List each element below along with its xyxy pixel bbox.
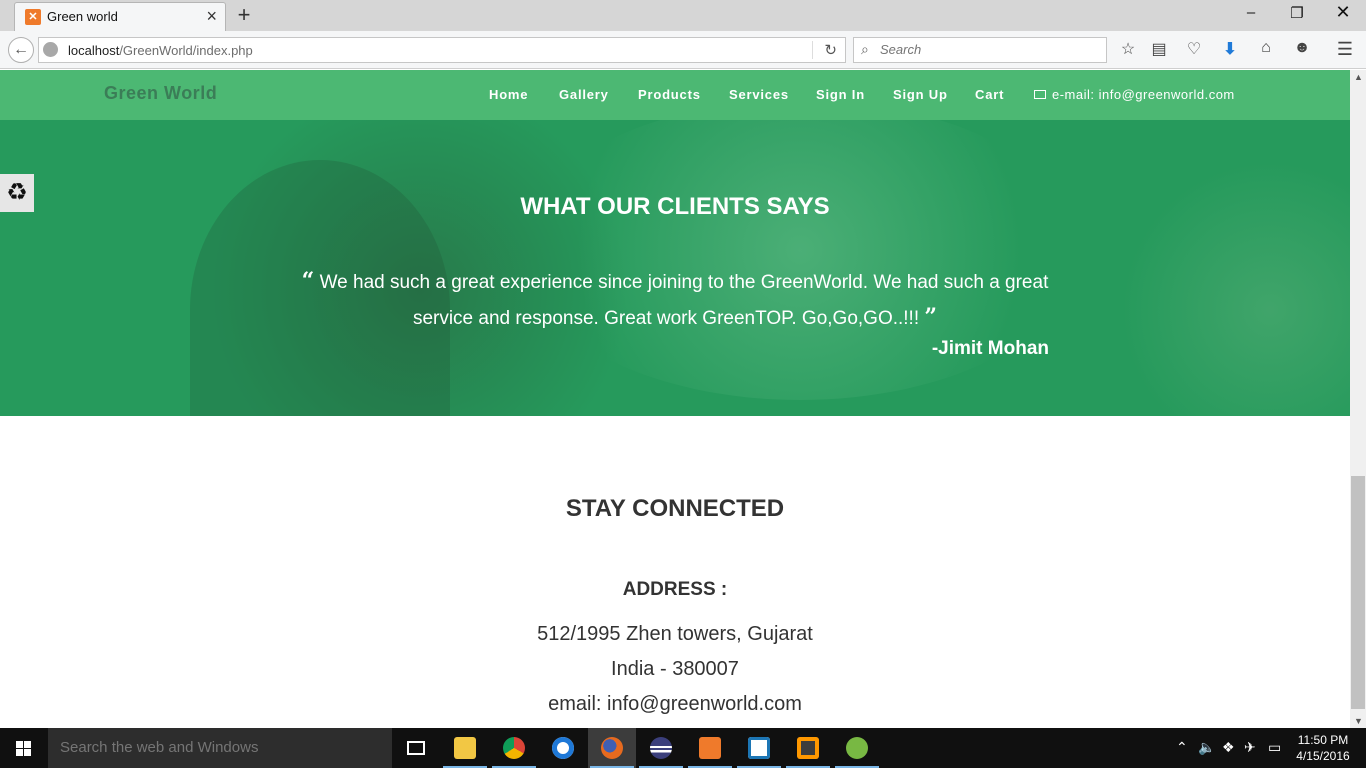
envelope-icon <box>1034 90 1046 99</box>
testimonial-quote: “ We had such a great experience since j… <box>300 264 1050 336</box>
task-view-button[interactable] <box>392 728 440 768</box>
eclipse-icon <box>650 737 672 759</box>
edge-button[interactable] <box>539 728 587 768</box>
url-separator <box>812 41 813 59</box>
close-tab-icon[interactable]: × <box>206 6 217 27</box>
nav-cart[interactable]: Cart <box>975 87 1004 102</box>
xampp-taskbar-icon <box>699 737 721 759</box>
new-tab-button[interactable]: + <box>233 2 255 28</box>
url-text[interactable]: localhost/GreenWorld/index.php <box>68 43 253 58</box>
nav-email-text: e-mail: info@greenworld.com <box>1052 87 1235 102</box>
airplane-mode-icon[interactable]: ✈ <box>1244 739 1256 756</box>
tab-title: Green world <box>47 9 118 24</box>
dropbox-icon[interactable]: ❖ <box>1222 739 1235 756</box>
firefox-button[interactable] <box>588 728 636 768</box>
xampp-button[interactable] <box>686 728 734 768</box>
close-window-icon[interactable]: ✕ <box>1328 2 1358 23</box>
globe-icon <box>43 42 58 57</box>
recycle-icon[interactable]: ♻ <box>0 174 34 212</box>
testimonial-author: -Jimit Mohan <box>931 338 1049 359</box>
file-explorer-button[interactable] <box>441 728 489 768</box>
back-button[interactable]: ← <box>8 37 34 63</box>
nav-home[interactable]: Home <box>489 87 528 102</box>
reload-icon[interactable]: ↻ <box>824 41 837 59</box>
nav-services[interactable]: Services <box>729 87 789 102</box>
url-host: localhost <box>68 43 120 58</box>
address-line-2: India - 380007 <box>611 658 739 680</box>
scrollbar-thumb[interactable] <box>1351 476 1365 709</box>
chrome-icon <box>503 737 525 759</box>
search-bar[interactable]: ⌕ <box>853 37 1107 63</box>
address-line-1: 512/1995 Zhen towers, Gujarat <box>537 623 813 645</box>
contact-email[interactable]: email: info@greenworld.com <box>0 693 1350 716</box>
browser-tab-strip: ✕ Green world × + – ❐ ✕ <box>0 0 1366 31</box>
taskbar-clock[interactable]: 11:50 PM 4/15/2016 <box>1290 732 1356 764</box>
pocket-icon[interactable]: ♡ <box>1182 39 1206 61</box>
action-center-icon[interactable]: ▭ <box>1268 739 1281 756</box>
eclipse-button[interactable] <box>637 728 685 768</box>
chrome-button[interactable] <box>490 728 538 768</box>
windows-logo-icon <box>16 741 32 756</box>
clock-date: 4/15/2016 <box>1296 749 1350 763</box>
testimonial-heading: WHAT OUR CLIENTS SAYS <box>520 193 830 220</box>
firefox-icon <box>601 737 623 759</box>
windows-taskbar: ⌃ 🔈 ❖ ✈ ▭ 11:50 PM 4/15/2016 <box>0 728 1366 768</box>
nav-sign-in[interactable]: Sign In <box>816 87 865 102</box>
home-icon[interactable]: ⌂ <box>1254 39 1278 61</box>
utorrent-button[interactable] <box>833 728 881 768</box>
folder-icon <box>454 737 476 759</box>
task-view-icon <box>407 741 425 755</box>
testimonial-quote-text: We had such a great experience since joi… <box>319 272 1049 329</box>
xampp-icon: ✕ <box>25 9 41 25</box>
start-button[interactable] <box>0 728 48 768</box>
browser-tab[interactable]: ✕ Green world × <box>14 2 226 31</box>
search-input[interactable] <box>880 42 1080 57</box>
nav-email-link[interactable]: e-mail: info@greenworld.com <box>1034 87 1235 102</box>
nav-products[interactable]: Products <box>638 87 701 102</box>
page-viewport: Green World Home Gallery Products Servic… <box>0 70 1350 728</box>
restore-icon[interactable]: ❐ <box>1282 4 1312 22</box>
reading-list-icon[interactable]: ▤ <box>1147 39 1171 61</box>
scroll-down-icon[interactable]: ▼ <box>1354 716 1363 726</box>
close-quote-icon: ” <box>924 304 938 330</box>
menu-icon[interactable]: ☰ <box>1333 39 1357 61</box>
taskbar-search[interactable] <box>48 728 392 768</box>
bookmark-star-icon[interactable]: ☆ <box>1116 39 1140 61</box>
volume-icon[interactable]: 🔈 <box>1198 739 1215 756</box>
netbeans-icon <box>748 737 770 759</box>
url-bar[interactable]: localhost/GreenWorld/index.php ↻ <box>38 37 846 63</box>
hello-chat-icon[interactable]: ☻ <box>1290 39 1314 61</box>
utorrent-icon <box>846 737 868 759</box>
scroll-up-icon[interactable]: ▲ <box>1354 72 1363 82</box>
nav-gallery[interactable]: Gallery <box>559 87 609 102</box>
page-scrollbar[interactable]: ▲ ▼ <box>1350 70 1366 728</box>
clock-time: 11:50 PM <box>1297 733 1349 747</box>
url-path: /GreenWorld/index.php <box>119 43 253 58</box>
taskbar-search-input[interactable] <box>60 739 380 756</box>
address-heading: ADDRESS : <box>622 579 728 600</box>
sublime-text-button[interactable] <box>784 728 832 768</box>
downloads-icon[interactable]: ⬇ <box>1218 39 1242 61</box>
netbeans-button[interactable] <box>735 728 783 768</box>
show-hidden-icons-icon[interactable]: ⌃ <box>1176 739 1188 756</box>
sublime-text-icon <box>797 737 819 759</box>
minimize-icon[interactable]: – <box>1236 4 1266 21</box>
stay-connected-heading: STAY CONNECTED <box>565 495 785 522</box>
nav-sign-up[interactable]: Sign Up <box>893 87 948 102</box>
open-quote-icon: “ <box>301 268 315 294</box>
site-navbar: Green World Home Gallery Products Servic… <box>0 70 1350 120</box>
site-brand[interactable]: Green World <box>104 83 217 104</box>
search-icon: ⌕ <box>861 41 869 57</box>
edge-icon <box>552 737 574 759</box>
